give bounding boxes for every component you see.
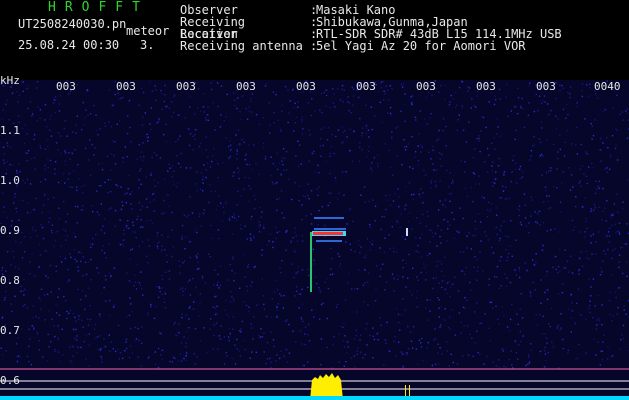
timestamp: 25.08.24 00:30: [18, 38, 120, 52]
counter: 3.: [140, 38, 155, 52]
file-name: UT2508240030.pn: [18, 17, 127, 31]
baseline-burst: [310, 373, 343, 400]
time-tick: 003: [416, 80, 436, 93]
header-panel: HROFFT UT2508240030.pn meteor 25.08.24 0…: [0, 0, 629, 80]
frequency-tick: 0.6: [0, 374, 20, 387]
frequency-tick: 1.0: [0, 174, 20, 187]
time-tick: 003: [56, 80, 76, 93]
baseline-trace: [0, 396, 629, 400]
spectrogram: 003 003 003 003 003 003 003 003 003 0040…: [0, 74, 629, 400]
frequency-tick: 0.9: [0, 224, 20, 237]
time-tick: 003: [236, 80, 256, 93]
frequency-unit: kHz: [0, 74, 20, 87]
time-tick: 003: [536, 80, 556, 93]
time-tick: 003: [176, 80, 196, 93]
station-info: Observer: Masaki Kano Receiving Location:…: [180, 4, 562, 52]
frequency-tick: 1.1: [0, 124, 20, 137]
detection-tag: meteor: [126, 24, 170, 38]
time-tick: 003: [296, 80, 316, 93]
frequency-tick: 0.8: [0, 274, 20, 287]
info-row-antenna: Receiving antenna:5el Yagi Az 20 for Aom…: [180, 39, 526, 53]
time-tick: 003: [356, 80, 376, 93]
time-tick: 0040: [594, 80, 621, 93]
time-tick: 003: [476, 80, 496, 93]
logo: HROFFT: [48, 0, 149, 15]
spectrogram-plot: [0, 80, 629, 400]
frequency-tick: 0.7: [0, 324, 20, 337]
time-tick: 003: [116, 80, 136, 93]
